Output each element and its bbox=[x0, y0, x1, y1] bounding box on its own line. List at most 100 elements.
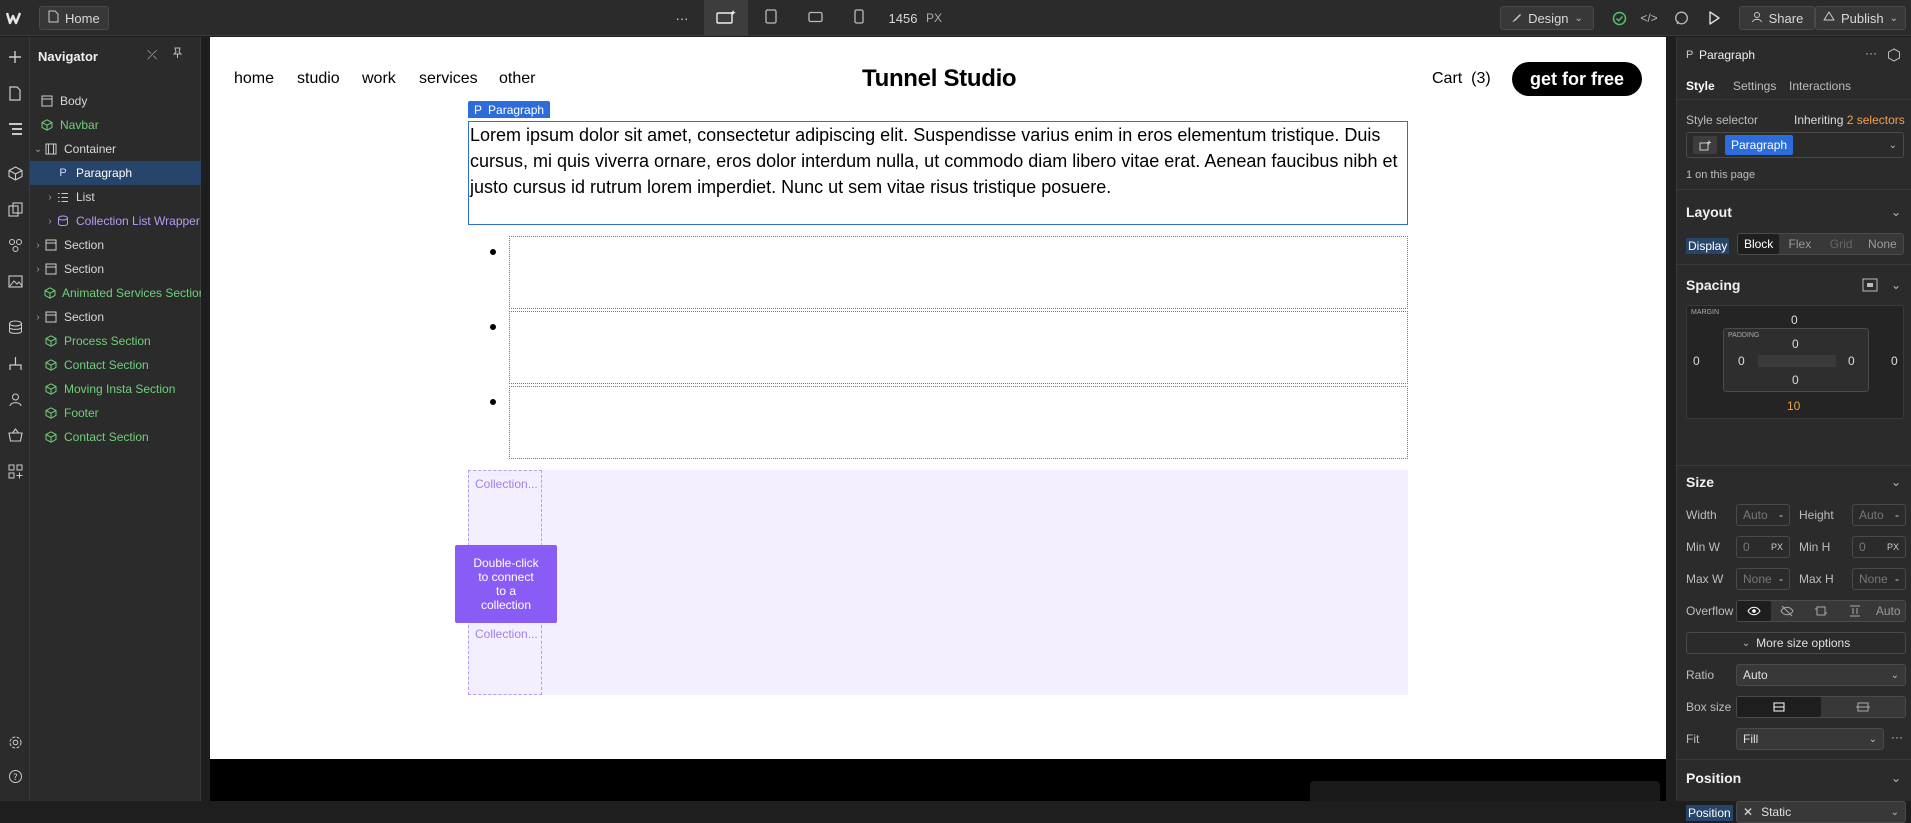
site-cart[interactable]: Cart (3) bbox=[1432, 70, 1491, 88]
nav-item-paragraph[interactable]: P Paragraph bbox=[30, 161, 201, 185]
preview-play-icon[interactable] bbox=[1704, 8, 1724, 28]
position-select[interactable]: ✕ Static ⌄ bbox=[1736, 801, 1906, 823]
nav-item-collection-list-wrapper[interactable]: › Collection List Wrapper bbox=[30, 209, 201, 233]
margin-right-value[interactable]: 0 bbox=[1891, 354, 1898, 368]
style-selector-field[interactable]: Paragraph ⌄ bbox=[1686, 132, 1904, 158]
design-canvas[interactable]: home studio work services other Tunnel S… bbox=[210, 37, 1666, 801]
tablet-breakpoint-button[interactable] bbox=[760, 8, 782, 28]
display-none[interactable]: None bbox=[1862, 234, 1903, 254]
box-size-toggle[interactable] bbox=[1736, 696, 1906, 718]
ecommerce-icon[interactable] bbox=[5, 425, 25, 445]
variables-icon[interactable] bbox=[5, 235, 25, 255]
tab-settings[interactable]: Settings bbox=[1733, 79, 1776, 93]
overflow-scroll-icon[interactable] bbox=[1804, 601, 1838, 621]
pin-icon[interactable] bbox=[171, 47, 185, 61]
chevron-down-icon[interactable]: ⌄ bbox=[1891, 205, 1901, 219]
height-unit[interactable]: - bbox=[1895, 508, 1899, 522]
close-icon[interactable]: ✕ bbox=[1743, 805, 1753, 819]
min-width-unit[interactable]: PX bbox=[1771, 542, 1783, 552]
more-icon[interactable]: ··· bbox=[1891, 730, 1903, 744]
border-box-icon[interactable] bbox=[1737, 697, 1821, 717]
nav-item-list[interactable]: › List bbox=[30, 185, 201, 209]
canvas-width-value[interactable]: 1456 bbox=[886, 8, 920, 28]
inheriting-count[interactable]: 2 selectors bbox=[1847, 113, 1905, 127]
nav-item-footer[interactable]: Footer bbox=[30, 401, 201, 425]
padding-box[interactable]: PADDING 0 0 0 0 bbox=[1723, 328, 1869, 392]
nav-item-section[interactable]: › Section bbox=[30, 305, 201, 329]
mobile-landscape-button[interactable] bbox=[804, 8, 826, 28]
chevron-down-icon[interactable]: ⌄ bbox=[1889, 140, 1897, 151]
assets-icon[interactable] bbox=[5, 271, 25, 291]
tab-interactions[interactable]: Interactions bbox=[1789, 79, 1851, 93]
apps-icon[interactable] bbox=[5, 461, 25, 481]
nav-item-navbar[interactable]: Navbar bbox=[30, 113, 201, 137]
chevron-right-icon[interactable]: › bbox=[44, 192, 56, 203]
max-width-input[interactable]: None - bbox=[1736, 568, 1790, 590]
publish-button[interactable]: Publish ⌄ bbox=[1815, 6, 1906, 30]
overflow-toggle[interactable]: Auto bbox=[1736, 600, 1906, 622]
design-mode-button[interactable]: Design ⌄ bbox=[1500, 6, 1594, 30]
margin-top-value[interactable]: 0 bbox=[1791, 313, 1798, 327]
nav-item-contact-section-2[interactable]: Contact Section bbox=[30, 425, 201, 449]
nav-item-section[interactable]: › Section bbox=[30, 233, 201, 257]
padding-right-value[interactable]: 0 bbox=[1848, 354, 1855, 368]
pages-icon[interactable] bbox=[5, 83, 25, 103]
chevron-down-icon[interactable]: ⌄ bbox=[1891, 771, 1901, 785]
get-for-free-button[interactable]: get for free bbox=[1512, 62, 1642, 96]
users-icon[interactable] bbox=[5, 389, 25, 409]
max-height-input[interactable]: None - bbox=[1852, 568, 1906, 590]
list-item[interactable] bbox=[509, 311, 1408, 384]
more-icon[interactable]: ··· bbox=[1865, 46, 1877, 60]
site-nav-work[interactable]: work bbox=[362, 70, 396, 88]
height-input[interactable]: Auto - bbox=[1852, 504, 1906, 526]
navigator-icon[interactable] bbox=[5, 119, 25, 139]
chevron-down-icon[interactable]: ⌄ bbox=[1891, 278, 1901, 292]
overflow-auto[interactable]: Auto bbox=[1871, 601, 1905, 621]
tab-style[interactable]: Style bbox=[1686, 79, 1715, 93]
connect-collection-hint[interactable]: Double-click to connect to a collection bbox=[455, 545, 557, 623]
more-options-button[interactable]: ··· bbox=[668, 8, 696, 28]
published-status-icon[interactable] bbox=[1609, 8, 1629, 28]
spacing-preset-icon[interactable] bbox=[1862, 278, 1878, 295]
padding-left-value[interactable]: 0 bbox=[1738, 354, 1745, 368]
chevron-right-icon[interactable]: › bbox=[32, 264, 44, 275]
width-input[interactable]: Auto - bbox=[1736, 504, 1790, 526]
cms-icon[interactable] bbox=[5, 317, 25, 337]
site-brand[interactable]: Tunnel Studio bbox=[862, 65, 1017, 93]
overflow-clip-icon[interactable] bbox=[1838, 601, 1872, 621]
share-button[interactable]: Share bbox=[1739, 6, 1815, 30]
margin-left-value[interactable]: 0 bbox=[1693, 354, 1700, 368]
site-nav-services[interactable]: services bbox=[419, 70, 478, 88]
padding-top-value[interactable]: 0 bbox=[1792, 337, 1799, 351]
chevron-right-icon[interactable]: › bbox=[32, 312, 44, 323]
nav-item-body[interactable]: Body bbox=[30, 89, 201, 113]
content-box-icon[interactable] bbox=[1821, 697, 1905, 717]
list-item[interactable] bbox=[509, 386, 1408, 459]
desktop-breakpoint-button[interactable] bbox=[704, 0, 748, 36]
padding-bottom-value[interactable]: 0 bbox=[1792, 373, 1799, 387]
width-unit[interactable]: - bbox=[1779, 508, 1783, 522]
paragraph-text[interactable]: Lorem ipsum dolor sit amet, consectetur … bbox=[468, 121, 1408, 225]
nav-item-section[interactable]: › Section bbox=[30, 257, 201, 281]
collection-item[interactable]: Collection... bbox=[468, 620, 542, 695]
margin-bottom-value[interactable]: 10 bbox=[1787, 399, 1800, 413]
overflow-visible-eye-icon[interactable] bbox=[1737, 601, 1771, 621]
webflow-logo-icon[interactable] bbox=[6, 9, 24, 27]
libraries-icon[interactable] bbox=[5, 199, 25, 219]
mobile-portrait-button[interactable] bbox=[848, 8, 870, 28]
code-icon[interactable]: </> bbox=[1639, 8, 1659, 28]
overflow-hidden-eye-off-icon[interactable] bbox=[1771, 601, 1805, 621]
ratio-select[interactable]: Auto ⌄ bbox=[1736, 664, 1906, 686]
collapse-icon[interactable]: ⤫ bbox=[147, 48, 161, 62]
collection-item[interactable]: Collection... bbox=[468, 470, 542, 546]
chevron-right-icon[interactable]: › bbox=[44, 216, 56, 227]
comment-icon[interactable] bbox=[1671, 8, 1691, 28]
chevron-down-icon[interactable]: ⌄ bbox=[32, 144, 44, 155]
nav-item-container[interactable]: ⌄ Container bbox=[30, 137, 201, 161]
display-grid[interactable]: Grid bbox=[1821, 234, 1862, 254]
chevron-right-icon[interactable]: › bbox=[32, 240, 44, 251]
nav-item-animated-services-section[interactable]: Animated Services Section bbox=[30, 281, 201, 305]
nav-item-moving-insta-section[interactable]: Moving Insta Section bbox=[30, 377, 201, 401]
component-create-icon[interactable] bbox=[1887, 48, 1901, 65]
logic-icon[interactable] bbox=[5, 353, 25, 373]
